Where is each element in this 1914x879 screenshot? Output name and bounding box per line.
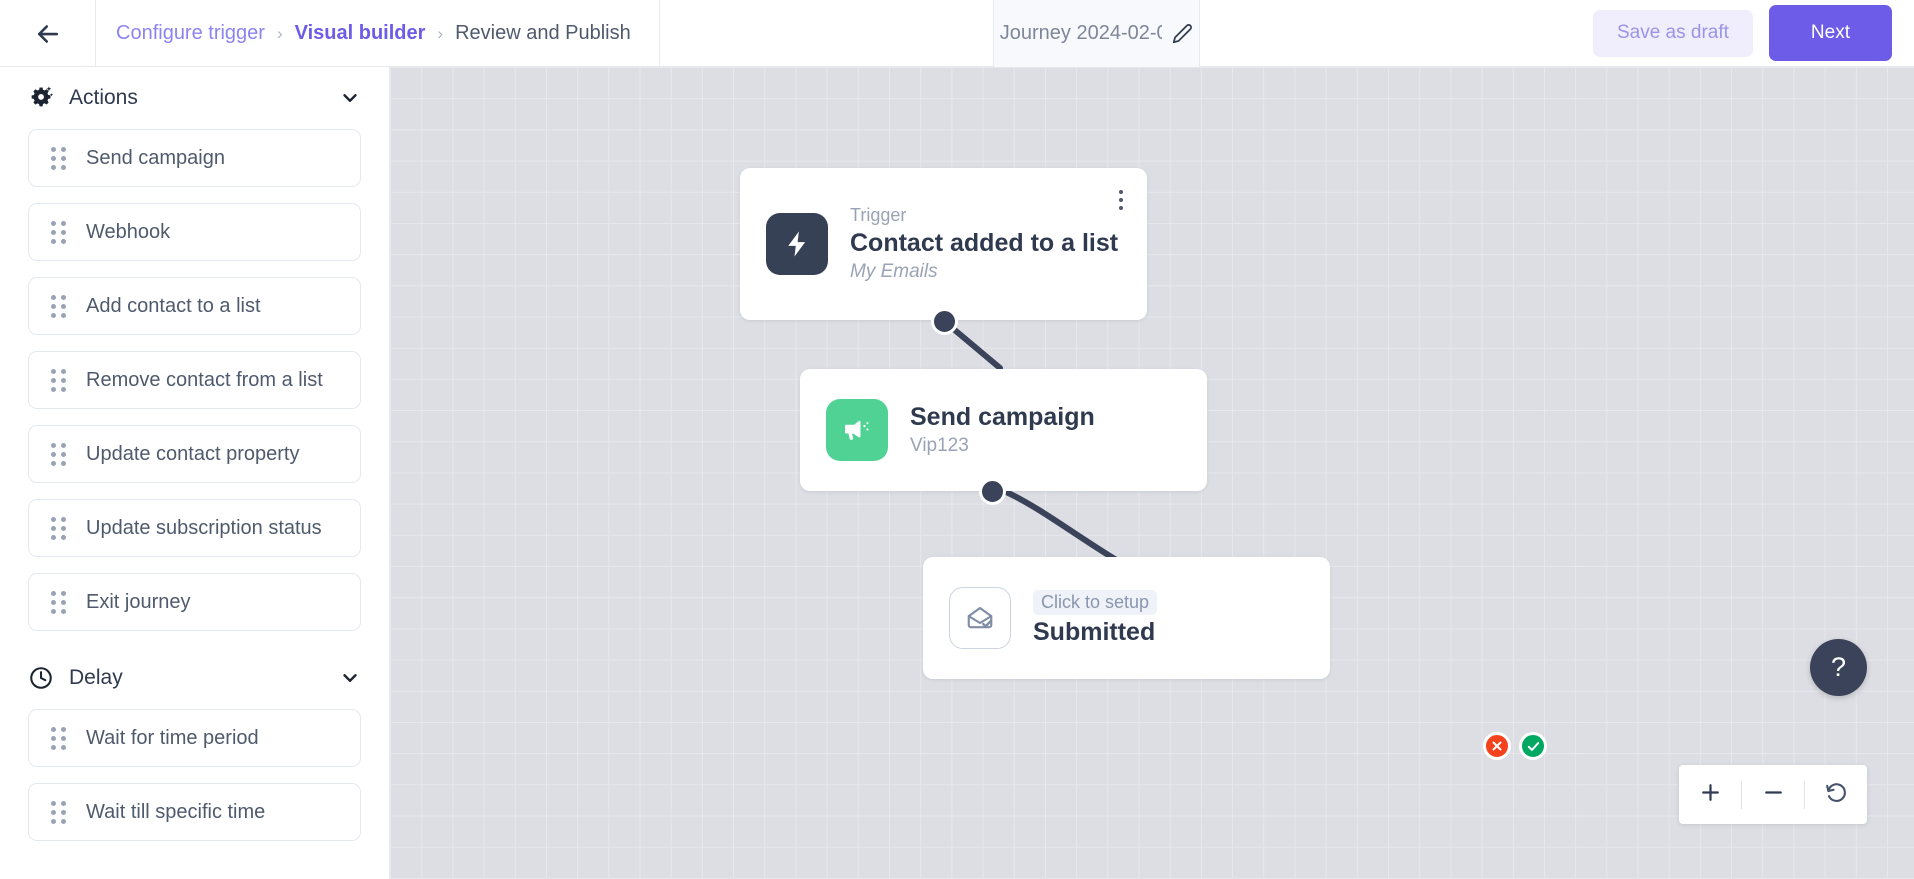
branch-no-button[interactable] <box>1483 732 1511 760</box>
back-button[interactable] <box>0 0 95 67</box>
sidebar-group-title: Delay <box>69 666 123 689</box>
sidebar-item-label: Wait till specific time <box>86 800 266 823</box>
connector-dot <box>931 308 958 335</box>
drag-handle-icon[interactable] <box>51 220 66 244</box>
drag-handle-icon[interactable] <box>51 516 66 540</box>
clock-icon <box>27 664 55 692</box>
journey-title-field[interactable]: Journey 2024-02-09, 05 <box>992 0 1200 67</box>
click-to-setup-badge: Click to setup <box>1033 589 1158 615</box>
chevron-down-icon[interactable] <box>339 667 361 689</box>
sidebar-item-update-contact-property[interactable]: Update contact property <box>28 425 361 483</box>
drag-handle-icon[interactable] <box>51 800 66 824</box>
sidebar-item-add-contact-to-a-list[interactable]: Add contact to a list <box>28 277 361 335</box>
gear-sparkle-icon <box>27 84 55 112</box>
node-subtitle: Vip123 <box>910 435 969 456</box>
breadcrumb: Configure trigger › Visual builder › Rev… <box>95 0 660 67</box>
save-as-draft-button[interactable]: Save as draft <box>1592 9 1753 57</box>
breadcrumb-item-review-and-publish[interactable]: Review and Publish <box>455 22 631 45</box>
sidebar-item-wait-till-specific-time[interactable]: Wait till specific time <box>28 783 361 841</box>
node-submitted[interactable]: Click to setup Submitted <box>923 557 1330 679</box>
next-button[interactable]: Next <box>1768 5 1892 61</box>
node-subtitle: My Emails <box>850 261 938 282</box>
header-spacer <box>660 0 993 66</box>
sidebar-item-remove-contact-from-a-list[interactable]: Remove contact from a list <box>28 351 361 409</box>
question-mark-icon: ? <box>1830 652 1847 682</box>
app-header: Configure trigger › Visual builder › Rev… <box>0 0 1914 67</box>
pencil-icon[interactable] <box>1172 23 1193 44</box>
sidebar-item-webhook[interactable]: Webhook <box>28 203 361 261</box>
sidebar-group-title: Actions <box>69 86 138 109</box>
sidebar-item-label: Update subscription status <box>86 516 322 539</box>
node-kicker: Trigger <box>850 205 907 225</box>
zoom-controls <box>1679 765 1867 824</box>
sidebar-item-label: Send campaign <box>86 146 225 169</box>
more-vertical-icon[interactable] <box>1115 186 1127 214</box>
sidebar-item-exit-journey[interactable]: Exit journey <box>28 573 361 631</box>
sidebar-item-send-campaign[interactable]: Send campaign <box>28 129 361 187</box>
breadcrumb-separator: › <box>437 23 444 43</box>
arrow-left-icon <box>33 19 63 49</box>
zoom-in-button[interactable] <box>1679 765 1741 824</box>
branch-yes-button[interactable] <box>1519 732 1547 760</box>
drag-handle-icon[interactable] <box>51 294 66 318</box>
zoom-out-button[interactable] <box>1742 765 1804 824</box>
connector-dot <box>979 478 1006 505</box>
drag-handle-icon[interactable] <box>51 442 66 466</box>
sidebar-item-wait-for-time-period[interactable]: Wait for time period <box>28 709 361 767</box>
rotate-ccw-icon <box>1824 780 1849 810</box>
drag-handle-icon[interactable] <box>51 146 66 170</box>
sidebar-item-label: Wait for time period <box>86 726 259 749</box>
lightning-bolt-icon <box>766 213 828 275</box>
sidebar-item-update-subscription-status[interactable]: Update subscription status <box>28 499 361 557</box>
sidebar-group-delay[interactable]: Delay <box>0 647 389 709</box>
node-title: Send campaign <box>910 403 1095 431</box>
node-title: Submitted <box>1033 617 1156 646</box>
plus-icon <box>1698 780 1723 810</box>
help-button[interactable]: ? <box>1810 639 1867 696</box>
drag-handle-icon[interactable] <box>51 590 66 614</box>
sidebar-item-label: Update contact property <box>86 442 300 465</box>
node-send-campaign[interactable]: Send campaign Vip123 <box>800 369 1207 491</box>
drag-handle-icon[interactable] <box>51 726 66 750</box>
header-actions: Save as draft Next <box>1592 0 1914 66</box>
envelope-check-icon <box>949 587 1011 649</box>
journey-canvas[interactable]: Trigger Contact added to a list My Email… <box>390 67 1914 879</box>
breadcrumb-separator: › <box>276 23 283 43</box>
breadcrumb-item-visual-builder[interactable]: Visual builder <box>295 22 426 45</box>
breadcrumb-item-configure-trigger[interactable]: Configure trigger <box>116 22 265 45</box>
blocks-sidebar: Actions Send campaign Webhook Add contac… <box>0 67 390 879</box>
chevron-down-icon[interactable] <box>339 87 361 109</box>
sidebar-item-label: Webhook <box>86 220 171 243</box>
megaphone-icon <box>826 399 888 461</box>
node-trigger[interactable]: Trigger Contact added to a list My Email… <box>740 168 1147 320</box>
sidebar-item-label: Add contact to a list <box>86 294 261 317</box>
node-title: Contact added to a list <box>850 229 1119 257</box>
drag-handle-icon[interactable] <box>51 368 66 392</box>
sidebar-group-actions[interactable]: Actions <box>0 67 389 129</box>
reset-zoom-button[interactable] <box>1805 765 1867 824</box>
sidebar-item-label: Remove contact from a list <box>86 368 323 391</box>
minus-icon <box>1761 780 1786 810</box>
sidebar-item-label: Exit journey <box>86 590 191 613</box>
journey-title-text: Journey 2024-02-09, 05 <box>999 22 1162 44</box>
